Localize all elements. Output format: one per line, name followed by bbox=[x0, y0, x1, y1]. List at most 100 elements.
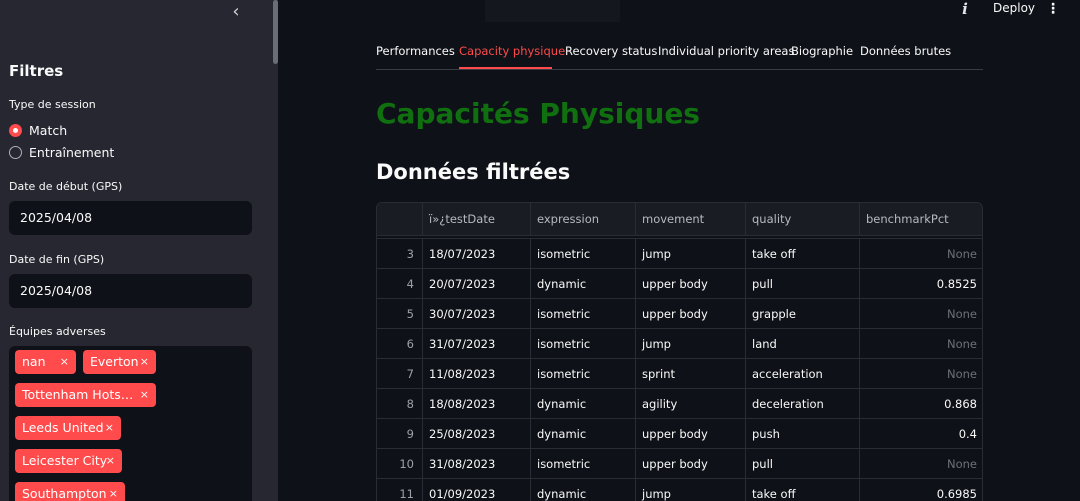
cell-quality[interactable]: land bbox=[745, 329, 859, 359]
cell-quality[interactable]: pull bbox=[745, 449, 859, 479]
cell-expression[interactable]: dynamic bbox=[530, 479, 635, 501]
cell-quality[interactable]: pull bbox=[745, 269, 859, 299]
column-header-testdate[interactable]: ï»¿testDate bbox=[422, 203, 530, 236]
cell-testdate[interactable]: 01/09/2023 bbox=[422, 479, 530, 501]
cell-benchmarkpct[interactable]: 0.6985 bbox=[859, 479, 982, 501]
column-header-expression[interactable]: expression bbox=[530, 203, 635, 236]
table-row[interactable]: 4 20/07/2023 dynamic upper body pull 0.8525 bbox=[377, 268, 982, 299]
tab-capacity-physique[interactable]: Capacity physique bbox=[459, 44, 565, 58]
cell-movement[interactable]: agility bbox=[635, 389, 745, 419]
cell-benchmarkpct[interactable]: None bbox=[859, 239, 982, 269]
radio-training[interactable]: Entraînement bbox=[9, 145, 114, 160]
end-date-input[interactable]: 2025/04/08 bbox=[9, 274, 252, 308]
team-tag[interactable]: nan × bbox=[15, 350, 76, 374]
cell-quality[interactable]: grapple bbox=[745, 299, 859, 329]
tab-donnees-brutes[interactable]: Données brutes bbox=[860, 44, 951, 58]
radio-unselected-icon[interactable] bbox=[9, 146, 22, 159]
column-header-movement[interactable]: movement bbox=[635, 203, 745, 236]
cell-index[interactable]: 7 bbox=[377, 359, 422, 389]
cell-expression[interactable]: dynamic bbox=[530, 419, 635, 449]
cell-testdate[interactable]: 20/07/2023 bbox=[422, 269, 530, 299]
cell-index[interactable]: 6 bbox=[377, 329, 422, 359]
cell-movement[interactable]: sprint bbox=[635, 359, 745, 389]
cell-index[interactable]: 11 bbox=[377, 479, 422, 501]
cell-testdate[interactable]: 30/07/2023 bbox=[422, 299, 530, 329]
cell-movement[interactable]: jump bbox=[635, 329, 745, 359]
cell-testdate[interactable]: 18/08/2023 bbox=[422, 389, 530, 419]
cell-benchmarkpct[interactable]: 0.4 bbox=[859, 419, 982, 449]
team-tag[interactable]: Tottenham Hots… × bbox=[15, 383, 156, 407]
main-menu-icon[interactable]: ⋮ bbox=[1046, 1, 1060, 17]
tab-individual-priority-areas[interactable]: Individual priority areas bbox=[658, 44, 794, 58]
start-date-input[interactable]: 2025/04/08 bbox=[9, 201, 252, 235]
table-row[interactable]: 3 18/07/2023 isometric jump take off None bbox=[377, 238, 982, 269]
cell-quality[interactable]: take off bbox=[745, 479, 859, 501]
column-header-index[interactable] bbox=[377, 203, 422, 236]
cell-index[interactable]: 8 bbox=[377, 389, 422, 419]
cell-index[interactable]: 3 bbox=[377, 239, 422, 269]
sidebar-scrollbar[interactable] bbox=[273, 0, 278, 64]
table-row[interactable]: 5 30/07/2023 isometric upper body grapple Non… bbox=[377, 298, 982, 329]
info-icon[interactable]: i bbox=[957, 0, 973, 18]
column-header-quality[interactable]: quality bbox=[745, 203, 859, 236]
cell-quality[interactable]: take off bbox=[745, 239, 859, 269]
team-tag[interactable]: Everton × bbox=[83, 350, 156, 374]
cell-benchmarkpct[interactable]: 0.8525 bbox=[859, 269, 982, 299]
cell-index[interactable]: 5 bbox=[377, 299, 422, 329]
cell-index[interactable]: 4 bbox=[377, 269, 422, 299]
radio-match[interactable]: Match bbox=[9, 123, 67, 138]
cell-movement[interactable]: upper body bbox=[635, 449, 745, 479]
table-row[interactable]: 7 11/08/2023 isometric sprint acceleration No… bbox=[377, 358, 982, 389]
team-tag[interactable]: Southampton × bbox=[15, 482, 125, 501]
cell-movement[interactable]: jump bbox=[635, 239, 745, 269]
cell-index[interactable]: 10 bbox=[377, 449, 422, 479]
remove-tag-icon[interactable]: × bbox=[109, 482, 118, 501]
data-table[interactable]: ï»¿testDate expression movement quality … bbox=[376, 202, 983, 501]
remove-tag-icon[interactable]: × bbox=[140, 350, 149, 374]
cell-expression[interactable]: dynamic bbox=[530, 389, 635, 419]
cell-quality[interactable]: deceleration bbox=[745, 389, 859, 419]
tab-recovery-status[interactable]: Recovery status bbox=[565, 44, 657, 58]
cell-expression[interactable]: dynamic bbox=[530, 269, 635, 299]
cell-testdate[interactable]: 25/08/2023 bbox=[422, 419, 530, 449]
cell-movement[interactable]: upper body bbox=[635, 269, 745, 299]
table-row[interactable]: 6 31/07/2023 isometric jump land None bbox=[377, 328, 982, 359]
cell-testdate[interactable]: 31/08/2023 bbox=[422, 449, 530, 479]
deploy-button[interactable]: Deploy bbox=[993, 1, 1035, 15]
remove-tag-icon[interactable]: × bbox=[105, 416, 114, 440]
cell-movement[interactable]: jump bbox=[635, 479, 745, 501]
table-row[interactable]: 9 25/08/2023 dynamic upper body push 0.4 bbox=[377, 418, 982, 449]
cell-benchmarkpct[interactable]: None bbox=[859, 449, 982, 479]
cell-expression[interactable]: isometric bbox=[530, 359, 635, 389]
remove-tag-icon[interactable]: × bbox=[106, 449, 115, 473]
cell-testdate[interactable]: 18/07/2023 bbox=[422, 239, 530, 269]
cell-quality[interactable]: push bbox=[745, 419, 859, 449]
cell-index[interactable]: 9 bbox=[377, 419, 422, 449]
collapse-sidebar-icon[interactable]: ‹ bbox=[226, 2, 246, 22]
tab-performances[interactable]: Performances bbox=[376, 44, 455, 58]
radio-selected-icon[interactable] bbox=[9, 124, 22, 137]
cell-testdate[interactable]: 31/07/2023 bbox=[422, 329, 530, 359]
remove-tag-icon[interactable]: × bbox=[60, 350, 69, 374]
cell-expression[interactable]: isometric bbox=[530, 299, 635, 329]
cell-quality[interactable]: acceleration bbox=[745, 359, 859, 389]
column-header-benchmarkpct[interactable]: benchmarkPct bbox=[859, 203, 982, 236]
table-row[interactable]: 10 31/08/2023 isometric upper body pull None bbox=[377, 448, 982, 479]
table-row[interactable]: 11 01/09/2023 dynamic jump take off 0.6985 bbox=[377, 478, 982, 501]
cell-expression[interactable]: isometric bbox=[530, 449, 635, 479]
cell-movement[interactable]: upper body bbox=[635, 299, 745, 329]
cell-benchmarkpct[interactable]: None bbox=[859, 299, 982, 329]
remove-tag-icon[interactable]: × bbox=[140, 383, 149, 407]
teams-multiselect[interactable]: nan × Everton × Tottenham Hots… × Leeds … bbox=[9, 346, 252, 501]
team-tag[interactable]: Leicester City × bbox=[15, 449, 122, 473]
cell-benchmarkpct[interactable]: None bbox=[859, 329, 982, 359]
cell-testdate[interactable]: 11/08/2023 bbox=[422, 359, 530, 389]
cell-benchmarkpct[interactable]: None bbox=[859, 359, 982, 389]
cell-movement[interactable]: upper body bbox=[635, 419, 745, 449]
team-tag[interactable]: Leeds United × bbox=[15, 416, 121, 440]
cell-expression[interactable]: isometric bbox=[530, 239, 635, 269]
table-row[interactable]: 8 18/08/2023 dynamic agility deceleration 0.8… bbox=[377, 388, 982, 419]
tab-biographie[interactable]: Biographie bbox=[791, 44, 853, 58]
cell-benchmarkpct[interactable]: 0.868 bbox=[859, 389, 982, 419]
cell-expression[interactable]: isometric bbox=[530, 329, 635, 359]
